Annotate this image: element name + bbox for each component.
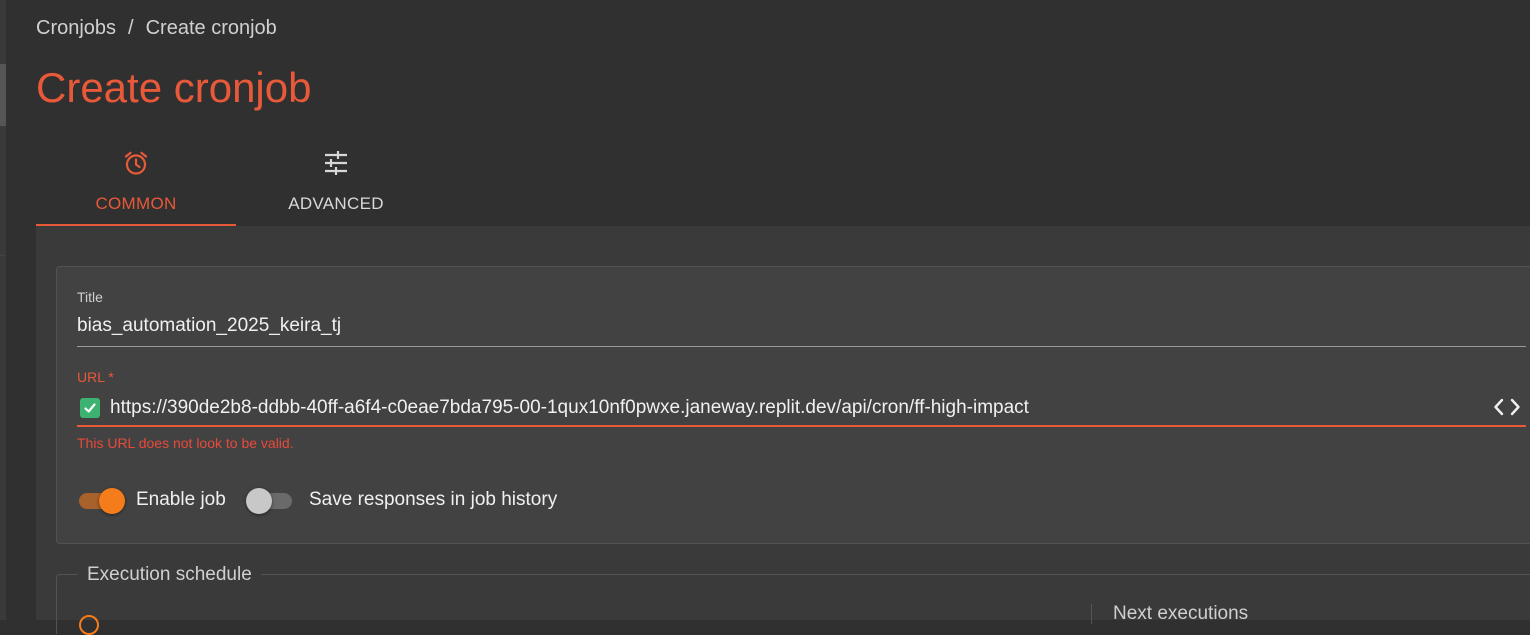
schedule-radio[interactable] xyxy=(79,615,99,635)
sidebar-scrollbar[interactable] xyxy=(0,64,6,126)
enable-job-switch-knob xyxy=(99,488,125,514)
tab-common-label: COMMON xyxy=(95,194,177,213)
enable-job-label: Enable job xyxy=(136,489,226,510)
page-title: Create cronjob xyxy=(36,64,312,111)
code-icon[interactable] xyxy=(1493,396,1521,418)
breadcrumb-current: Create cronjob xyxy=(145,17,277,39)
tab-advanced[interactable]: ADVANCED xyxy=(236,140,436,226)
tab-common[interactable]: COMMON xyxy=(36,140,236,226)
sidebar-divider xyxy=(0,255,6,256)
left-sidebar-edge xyxy=(0,0,6,620)
url-field-label: URL * xyxy=(77,369,114,385)
enable-job-switch[interactable] xyxy=(77,486,125,514)
save-responses-switch[interactable] xyxy=(246,486,294,514)
breadcrumb-cronjobs-link[interactable]: Cronjobs xyxy=(36,17,116,40)
schedule-divider xyxy=(1091,604,1092,624)
breadcrumb-separator: / xyxy=(128,17,134,39)
next-executions-heading: Next executions xyxy=(1113,603,1249,624)
execution-schedule-legend: Execution schedule xyxy=(78,564,261,586)
url-input-underline xyxy=(77,425,1526,427)
sliders-icon xyxy=(325,151,347,175)
title-field-label: Title xyxy=(77,289,103,305)
title-input[interactable]: bias_automation_2025_keira_tj xyxy=(77,315,341,337)
alarm-clock-icon xyxy=(124,151,148,175)
url-input[interactable]: https://390de2b8-ddbb-40ff-a6f4-c0eae7bd… xyxy=(110,397,1029,419)
tab-bar: COMMON ADVANCED xyxy=(36,140,436,226)
title-input-underline xyxy=(77,346,1526,347)
checkbox-check-icon xyxy=(80,398,100,418)
url-error-message: This URL does not look to be valid. xyxy=(77,435,294,451)
breadcrumb: Cronjobs / Create cronjob xyxy=(36,17,277,40)
save-responses-switch-knob xyxy=(246,488,272,514)
tab-advanced-label: ADVANCED xyxy=(288,194,384,213)
execution-schedule-section xyxy=(56,574,1530,634)
save-responses-label: Save responses in job history xyxy=(309,489,558,510)
